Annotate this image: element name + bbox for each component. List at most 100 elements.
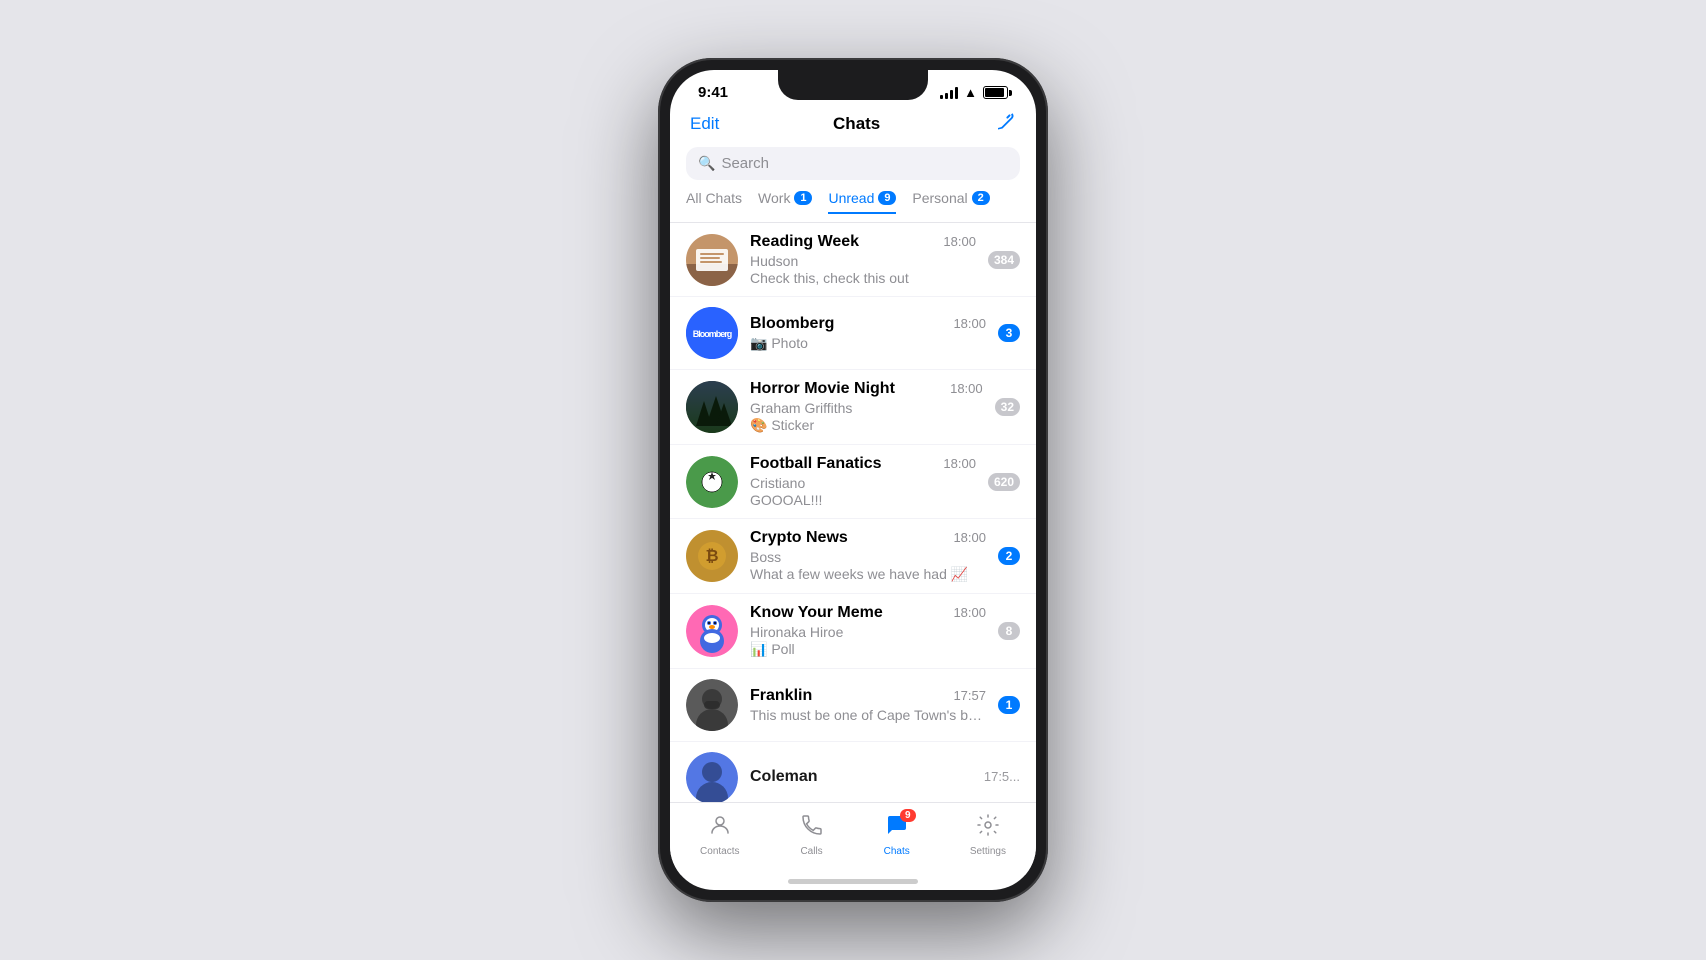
chat-item-bloomberg[interactable]: Bloomberg Bloomberg 18:00 📷 Photo 3 xyxy=(670,297,1036,370)
chat-item-crypto[interactable]: ₿ Crypto News 18:00 Boss What a few week… xyxy=(670,519,1036,594)
chat-sender-reading-week: Hudson xyxy=(750,253,976,269)
chat-time-reading-week: 18:00 xyxy=(943,234,976,249)
chat-sender-meme: Hironaka Hiroe xyxy=(750,624,986,640)
filter-tabs: All Chats Work 1 Unread 9 Personal 2 xyxy=(670,190,1036,223)
nav-chats-label: Chats xyxy=(884,846,910,857)
tab-all-chats[interactable]: All Chats xyxy=(686,190,742,214)
chat-name-reading-week: Reading Week xyxy=(750,233,859,251)
nav-contacts-label: Contacts xyxy=(700,846,739,857)
phone-notch xyxy=(778,70,928,100)
chat-content-meme: Know Your Meme 18:00 Hironaka Hiroe 📊 Po… xyxy=(750,604,986,658)
chat-meta-franklin: 1 xyxy=(998,696,1020,714)
status-time: 9:41 xyxy=(698,84,728,101)
chat-time-crypto: 18:00 xyxy=(953,530,986,545)
chat-item-coleman[interactable]: Coleman 17:5... xyxy=(670,742,1036,802)
calls-icon xyxy=(800,813,824,843)
phone-screen: 9:41 ▲ Edit Chats xyxy=(670,70,1036,890)
battery-icon xyxy=(983,86,1008,99)
settings-icon xyxy=(976,813,1000,843)
chat-content-crypto: Crypto News 18:00 Boss What a few weeks … xyxy=(750,529,986,583)
chat-meta-meme: 8 xyxy=(998,622,1020,640)
chat-meta-bloomberg: 3 xyxy=(998,324,1020,342)
chat-preview-franklin: This must be one of Cape Town's best spo… xyxy=(750,707,986,723)
chat-preview-crypto: What a few weeks we have had 📈 xyxy=(750,566,986,583)
chats-header: Edit Chats xyxy=(670,107,1036,147)
chat-sender-crypto: Boss xyxy=(750,549,986,565)
chat-name-coleman: Coleman xyxy=(750,768,818,786)
contacts-icon xyxy=(708,813,732,843)
chat-time-coleman: 17:5... xyxy=(984,769,1020,784)
tab-unread[interactable]: Unread 9 xyxy=(828,190,896,214)
chat-item-horror[interactable]: Horror Movie Night 18:00 Graham Griffith… xyxy=(670,370,1036,445)
chat-meta-reading-week: 384 xyxy=(988,251,1020,269)
search-icon: 🔍 xyxy=(698,155,715,172)
svg-text:₿: ₿ xyxy=(705,547,718,565)
chat-name-horror: Horror Movie Night xyxy=(750,380,895,398)
chat-preview-bloomberg: 📷 Photo xyxy=(750,335,986,352)
chat-time-horror: 18:00 xyxy=(950,381,983,396)
tab-personal-badge: 2 xyxy=(972,191,990,205)
chat-sender-football: Cristiano xyxy=(750,475,976,491)
chat-name-meme: Know Your Meme xyxy=(750,604,883,622)
chat-sender-horror: Graham Griffiths xyxy=(750,400,983,416)
chat-time-football: 18:00 xyxy=(943,456,976,471)
nav-contacts[interactable]: Contacts xyxy=(688,811,751,859)
avatar-reading-week xyxy=(686,234,738,286)
avatar-coleman xyxy=(686,752,738,802)
tab-personal[interactable]: Personal 2 xyxy=(912,190,989,214)
status-icons: ▲ xyxy=(940,85,1008,100)
chat-time-franklin: 17:57 xyxy=(953,688,986,703)
tab-work[interactable]: Work 1 xyxy=(758,190,812,214)
avatar-horror xyxy=(686,381,738,433)
chat-meta-football: 620 xyxy=(988,473,1020,491)
unread-badge-franklin: 1 xyxy=(998,696,1020,714)
home-indicator xyxy=(788,879,918,884)
signal-icon xyxy=(940,87,958,99)
chat-preview-meme: 📊 Poll xyxy=(750,641,986,658)
avatar-crypto: ₿ xyxy=(686,530,738,582)
tab-work-badge: 1 xyxy=(794,191,812,205)
phone-device: 9:41 ▲ Edit Chats xyxy=(658,58,1048,902)
chat-name-bloomberg: Bloomberg xyxy=(750,315,834,333)
unread-badge-horror: 32 xyxy=(995,398,1020,416)
chat-content-horror: Horror Movie Night 18:00 Graham Griffith… xyxy=(750,380,983,434)
avatar-franklin xyxy=(686,679,738,731)
chat-item-reading-week[interactable]: Reading Week 18:00 Hudson Check this, ch… xyxy=(670,223,1036,297)
chat-item-meme[interactable]: Know Your Meme 18:00 Hironaka Hiroe 📊 Po… xyxy=(670,594,1036,669)
nav-chats[interactable]: 9 Chats xyxy=(872,811,922,859)
unread-badge-football: 620 xyxy=(988,473,1020,491)
compose-button[interactable] xyxy=(994,111,1016,137)
svg-text:Bloomberg: Bloomberg xyxy=(693,329,732,339)
chat-name-crypto: Crypto News xyxy=(750,529,848,547)
search-bar[interactable]: 🔍 Search xyxy=(686,147,1020,180)
avatar-bloomberg: Bloomberg xyxy=(686,307,738,359)
chat-preview-football: GOOOAL!!! xyxy=(750,492,976,508)
chat-list: Reading Week 18:00 Hudson Check this, ch… xyxy=(670,223,1036,802)
avatar-meme xyxy=(686,605,738,657)
bottom-nav: Contacts Calls 9 Chats xyxy=(670,802,1036,875)
nav-calls[interactable]: Calls xyxy=(788,811,836,859)
chat-name-franklin: Franklin xyxy=(750,687,812,705)
chat-meta-horror: 32 xyxy=(995,398,1020,416)
unread-badge-bloomberg: 3 xyxy=(998,324,1020,342)
avatar-football xyxy=(686,456,738,508)
wifi-icon: ▲ xyxy=(964,85,977,100)
chat-content-reading-week: Reading Week 18:00 Hudson Check this, ch… xyxy=(750,233,976,286)
nav-calls-label: Calls xyxy=(800,846,822,857)
edit-button[interactable]: Edit xyxy=(690,114,719,134)
chat-content-football: Football Fanatics 18:00 Cristiano GOOOAL… xyxy=(750,455,976,508)
search-placeholder: Search xyxy=(721,155,769,172)
chat-item-football[interactable]: Football Fanatics 18:00 Cristiano GOOOAL… xyxy=(670,445,1036,519)
tab-unread-badge: 9 xyxy=(878,191,896,205)
nav-settings[interactable]: Settings xyxy=(958,811,1018,859)
chats-nav-badge: 9 xyxy=(900,809,916,822)
nav-settings-label: Settings xyxy=(970,846,1006,857)
chat-name-football: Football Fanatics xyxy=(750,455,882,473)
unread-badge-crypto: 2 xyxy=(998,547,1020,565)
chat-item-franklin[interactable]: Franklin 17:57 This must be one of Cape … xyxy=(670,669,1036,742)
chat-content-bloomberg: Bloomberg 18:00 📷 Photo xyxy=(750,315,986,352)
chat-preview-horror: 🎨 Sticker xyxy=(750,417,983,434)
chat-time-meme: 18:00 xyxy=(953,605,986,620)
chat-meta-crypto: 2 xyxy=(998,547,1020,565)
chat-time-bloomberg: 18:00 xyxy=(953,316,986,331)
